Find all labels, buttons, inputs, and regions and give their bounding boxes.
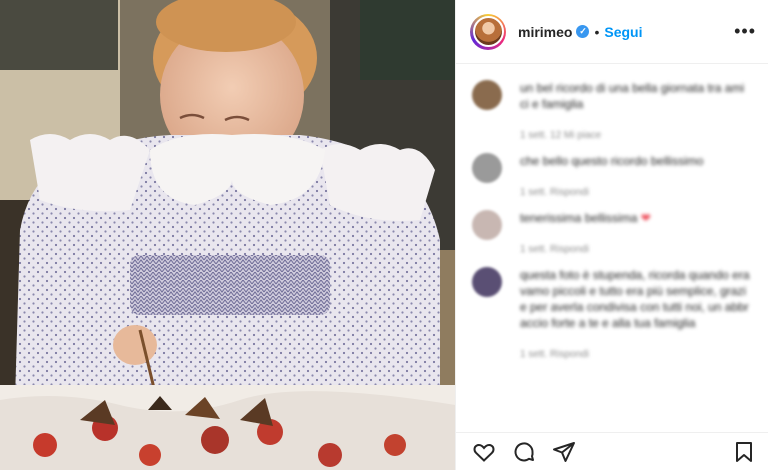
comment-text: questa foto è stupenda, ricorda quando e… [520,268,750,330]
post-header: mirimeo ✓ • Segui ••• [456,0,768,64]
verified-badge-icon: ✓ [576,25,590,38]
more-options-icon[interactable]: ••• [734,21,756,42]
comment-item: che bello questo ricordo bellissimo 1 se… [472,153,768,198]
comment-text: che bello questo ricordo bellissimo [520,154,704,168]
comment-icon[interactable] [512,440,536,464]
comment-item: tenerissima bellissima ❤ 1 sett. Rispond… [472,210,768,255]
commenter-avatar[interactable] [472,153,502,183]
bookmark-icon[interactable] [732,440,756,464]
share-icon[interactable] [552,440,576,464]
heart-icon[interactable] [472,440,496,464]
post-side-panel: mirimeo ✓ • Segui ••• un bel ricordo di … [455,0,768,470]
vintage-photo-child [0,0,455,470]
commenter-avatar[interactable] [472,267,502,297]
comment-meta[interactable]: 1 sett. 12 Mi piace [520,130,750,141]
username-link[interactable]: mirimeo [518,24,572,40]
comment-meta[interactable]: 1 sett. Rispondi [520,349,750,360]
comment-meta[interactable]: 1 sett. Rispondi [520,187,750,198]
comment-item: questa foto è stupenda, ricorda quando e… [472,267,768,360]
instagram-post: mirimeo ✓ • Segui ••• un bel ricordo di … [0,0,768,470]
comment-item: un bel ricordo di una bella giornata tra… [472,80,768,141]
comment-text-content: tenerissima bellissima [520,211,638,225]
red-heart-emoji-icon: ❤ [640,211,651,225]
story-ring[interactable] [470,13,506,50]
comments-list[interactable]: un bel ricordo di una bella giornata tra… [456,64,768,432]
post-actions-bar [456,432,768,470]
comment-text: tenerissima bellissima ❤ [520,210,750,226]
commenter-avatar[interactable] [472,80,502,110]
commenter-avatar[interactable] [472,210,502,240]
avatar[interactable] [472,16,504,47]
post-photo[interactable] [0,0,455,470]
follow-button[interactable]: Segui [604,24,642,40]
comment-text: un bel ricordo di una bella giornata tra… [520,81,745,111]
comment-meta[interactable]: 1 sett. Rispondi [520,244,750,255]
separator-dot: • [594,23,600,40]
